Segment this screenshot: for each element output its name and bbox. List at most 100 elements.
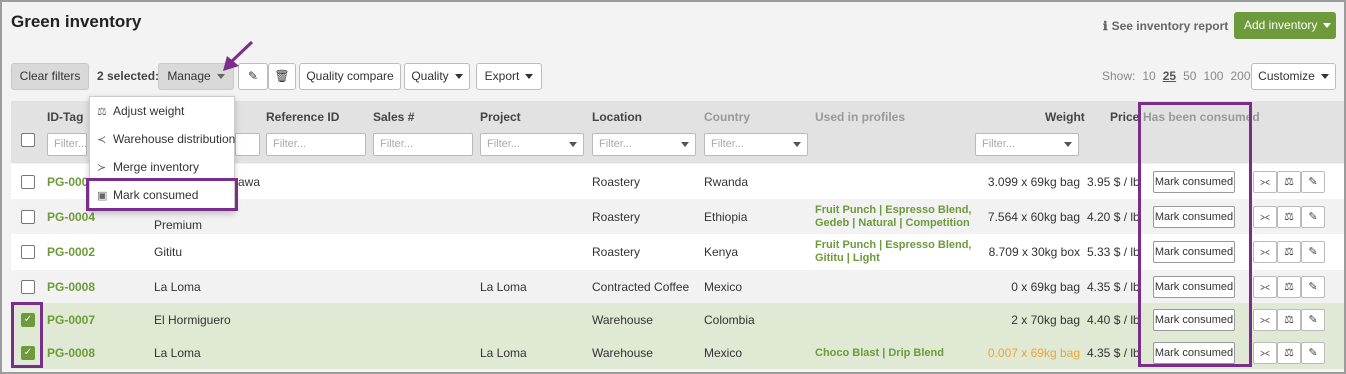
selected-count: 2 selected: — [97, 69, 160, 83]
row-country: Mexico — [704, 345, 743, 360]
adjust-weight-button[interactable]: ⚖ — [1277, 308, 1301, 331]
adjust-weight-button[interactable]: ⚖ — [1277, 341, 1301, 364]
adjust-weight-button[interactable]: ⚖ — [1277, 275, 1301, 298]
page-size-10[interactable]: 10 — [1142, 69, 1155, 83]
page-size-200[interactable]: 200 — [1230, 69, 1250, 83]
row-location: Warehouse — [592, 312, 653, 327]
add-inventory-button[interactable]: Add inventory — [1234, 12, 1336, 39]
menu-item-adjust-weight[interactable]: ⚖ Adjust weight — [97, 104, 184, 118]
row-profiles[interactable]: Choco Blast | Drip Blend — [815, 347, 944, 360]
delete-button[interactable]: 🗑 — [268, 63, 296, 90]
chevron-down-icon — [1323, 23, 1332, 29]
row-profiles[interactable]: Fruit Punch | Espresso Blend, — [815, 204, 972, 217]
split-icon: ⪥ — [1260, 246, 1270, 258]
distribute-button[interactable]: ⪥ — [1253, 308, 1277, 331]
filter-name[interactable] — [235, 133, 260, 156]
column-id-tag[interactable]: ID-Tag — [47, 110, 83, 124]
filter-weight[interactable]: Filter... — [975, 133, 1079, 156]
export-label: Export — [484, 69, 520, 83]
split-icon: ⪥ — [1260, 313, 1270, 326]
adjust-weight-button[interactable]: ⚖ — [1277, 205, 1301, 228]
add-inventory-label: Add inventory — [1244, 18, 1318, 32]
chart-icon: ℹ — [1103, 19, 1108, 33]
export-button[interactable]: Export — [476, 63, 542, 90]
scale-icon: ⚖ — [1284, 175, 1294, 188]
edit-row-button[interactable]: ✎ — [1301, 205, 1325, 228]
filter-country[interactable]: Filter... — [704, 133, 808, 156]
filter-id-tag[interactable]: Filter... — [47, 133, 87, 156]
column-country[interactable]: Country — [704, 110, 750, 124]
scale-icon: ⚖ — [1284, 313, 1294, 326]
customize-label: Customize — [1258, 69, 1315, 83]
row-location: Roastery — [592, 209, 641, 224]
filter-weight-placeholder: Filter... — [982, 138, 1016, 150]
distribute-button[interactable]: ⪥ — [1253, 241, 1277, 263]
edit-row-button[interactable]: ✎ — [1301, 170, 1325, 193]
row-location: Roastery — [592, 245, 641, 259]
column-project[interactable]: Project — [480, 110, 521, 124]
edit-row-button[interactable]: ✎ — [1301, 308, 1325, 331]
row-id-tag[interactable]: PG-0007 — [47, 313, 95, 327]
distribute-button[interactable]: ⪥ — [1253, 205, 1277, 228]
distribute-button[interactable]: ⪥ — [1253, 170, 1277, 193]
adjust-weight-button[interactable]: ⚖ — [1277, 170, 1301, 193]
row-name: Premium — [154, 217, 203, 232]
chevron-down-icon — [681, 142, 689, 147]
page-size-50[interactable]: 50 — [1183, 69, 1196, 83]
edit-row-button[interactable]: ✎ — [1301, 275, 1325, 298]
row-checkbox[interactable] — [21, 209, 35, 224]
column-reference-id[interactable]: Reference ID — [266, 110, 339, 124]
column-sales[interactable]: Sales # — [373, 110, 414, 124]
column-location[interactable]: Location — [592, 110, 642, 124]
page-size-25[interactable]: 25 — [1163, 69, 1176, 83]
page-size-100[interactable]: 100 — [1203, 69, 1223, 83]
manage-label: Manage — [167, 69, 211, 83]
pencil-icon: ✎ — [1308, 246, 1318, 258]
pencil-icon: ✎ — [1308, 313, 1318, 326]
row-id-tag[interactable]: PG-000 — [47, 175, 88, 189]
split-icon: ⪥ — [1260, 346, 1270, 359]
filter-reference-id[interactable]: Filter... — [266, 133, 366, 156]
menu-item-merge-inventory[interactable]: ≻ Merge inventory — [97, 160, 199, 174]
filter-location[interactable]: Filter... — [592, 133, 696, 156]
row-id-tag[interactable]: PG-0008 — [47, 280, 95, 294]
column-price[interactable]: Price — [1110, 110, 1139, 124]
filter-project[interactable]: Filter... — [480, 133, 584, 156]
row-profiles[interactable]: Fruit Punch | Espresso Blend, — [815, 239, 972, 252]
chevron-down-icon — [1320, 74, 1329, 80]
row-checkbox[interactable] — [21, 245, 35, 259]
distribute-button[interactable]: ⪥ — [1253, 275, 1277, 298]
row-profiles-line2[interactable]: Gedeb | Natural | Competition — [815, 217, 970, 230]
inventory-report-link[interactable]: ℹ See inventory report — [1103, 19, 1228, 33]
trash-icon: 🗑 — [274, 69, 290, 83]
distribute-button[interactable]: ⪥ — [1253, 341, 1277, 364]
row-checkbox[interactable] — [21, 279, 35, 294]
row-id-tag[interactable]: PG-0004 — [47, 210, 95, 224]
row-price: 5.33 $ / lb — [1087, 245, 1140, 259]
row-project: La Loma — [480, 345, 527, 360]
pencil-icon: ✎ — [1308, 346, 1318, 359]
column-weight[interactable]: Weight — [1045, 110, 1085, 124]
row-profiles-line2[interactable]: Gititu | Light — [815, 252, 880, 265]
customize-button[interactable]: Customize — [1251, 63, 1336, 90]
clear-filters-button[interactable]: Clear filters — [11, 63, 89, 90]
row-id-tag[interactable]: PG-0008 — [47, 346, 95, 360]
edit-row-button[interactable]: ✎ — [1301, 241, 1325, 263]
filter-sales[interactable]: Filter... — [373, 133, 473, 156]
highlight-mark-consumed — [86, 178, 238, 211]
quality-compare-button[interactable]: Quality compare — [299, 63, 401, 90]
select-all-checkbox[interactable] — [21, 133, 35, 147]
inventory-report-label: See inventory report — [1111, 19, 1229, 33]
column-used-in-profiles: Used in profiles — [815, 110, 906, 124]
row-weight: 2 x 70kg bag — [1011, 312, 1080, 327]
row-weight: 0.007 x 69kg bag — [987, 345, 1080, 360]
quality-button[interactable]: Quality — [404, 63, 470, 90]
row-id-tag[interactable]: PG-0002 — [47, 245, 95, 259]
row-checkbox[interactable] — [21, 174, 35, 189]
scale-icon: ⚖ — [1284, 246, 1294, 258]
adjust-weight-button[interactable]: ⚖ — [1277, 241, 1301, 263]
menu-item-warehouse-distribution[interactable]: ≺ Warehouse distribution — [97, 132, 235, 146]
chevron-down-icon — [569, 142, 577, 147]
edit-row-button[interactable]: ✎ — [1301, 341, 1325, 364]
filter-project-placeholder: Filter... — [487, 138, 521, 150]
